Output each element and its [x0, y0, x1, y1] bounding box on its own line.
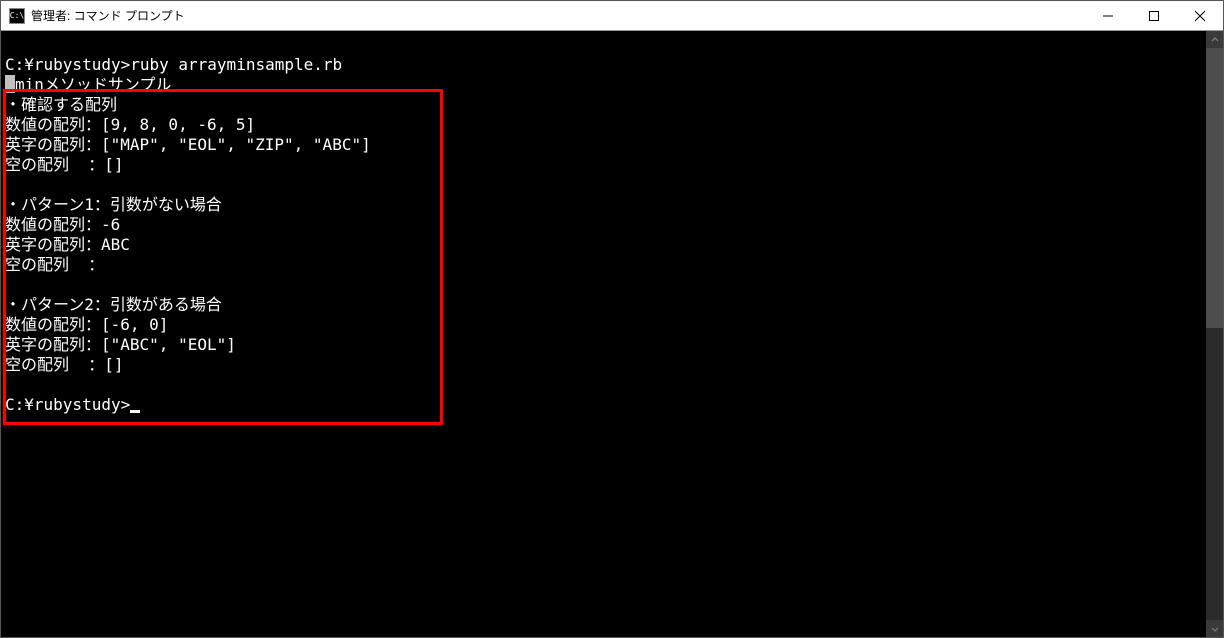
terminal-line: 英字の配列：ABC: [5, 235, 1202, 255]
terminal-line: 空の配列 ：[]: [5, 155, 1202, 175]
terminal-line: [5, 35, 1202, 55]
window-title: 管理者: コマンド プロンプト: [31, 7, 1085, 24]
cmd-window: C:\ 管理者: コマンド プロンプト C:¥rubystudy>ruby ar…: [0, 0, 1224, 638]
chevron-down-icon: [1211, 625, 1219, 633]
terminal-line: ・パターン1：引数がない場合: [5, 195, 1202, 215]
chevron-up-icon: [1211, 36, 1219, 44]
terminal-line: ・確認する配列: [5, 95, 1202, 115]
scroll-thumb[interactable]: [1206, 48, 1223, 328]
terminal-line: [5, 175, 1202, 195]
window-controls: [1085, 1, 1223, 30]
vertical-scrollbar[interactable]: [1206, 31, 1223, 637]
terminal-line: 英字の配列：["MAP", "EOL", "ZIP", "ABC"]: [5, 135, 1202, 155]
terminal-line: 数値の配列：[-6, 0]: [5, 315, 1202, 335]
maximize-icon: [1149, 11, 1159, 21]
cursor: [130, 410, 140, 413]
terminal-area: C:¥rubystudy>ruby arrayminsample.rb minメ…: [1, 31, 1223, 637]
close-icon: [1195, 11, 1205, 21]
terminal-content[interactable]: C:¥rubystudy>ruby arrayminsample.rb minメ…: [1, 31, 1206, 637]
scroll-up-button[interactable]: [1206, 31, 1223, 48]
titlebar[interactable]: C:\ 管理者: コマンド プロンプト: [1, 1, 1223, 31]
minimize-button[interactable]: [1085, 1, 1131, 30]
terminal-line: ・パターン2：引数がある場合: [5, 295, 1202, 315]
terminal-line: C:¥rubystudy>ruby arrayminsample.rb: [5, 55, 1202, 75]
terminal-line: minメソッドサンプル: [5, 75, 1202, 95]
terminal-line: [5, 275, 1202, 295]
terminal-line: 空の配列 ：: [5, 255, 1202, 275]
cmd-icon: C:\: [9, 8, 25, 24]
terminal-line: 英字の配列：["ABC", "EOL"]: [5, 335, 1202, 355]
close-button[interactable]: [1177, 1, 1223, 30]
terminal-line: C:¥rubystudy>: [5, 395, 1202, 415]
maximize-button[interactable]: [1131, 1, 1177, 30]
scroll-down-button[interactable]: [1206, 620, 1223, 637]
terminal-line: 空の配列 ：[]: [5, 355, 1202, 375]
terminal-line: [5, 375, 1202, 395]
terminal-line: 数値の配列：[9, 8, 0, -6, 5]: [5, 115, 1202, 135]
terminal-line: 数値の配列：-6: [5, 215, 1202, 235]
minimize-icon: [1103, 11, 1113, 21]
